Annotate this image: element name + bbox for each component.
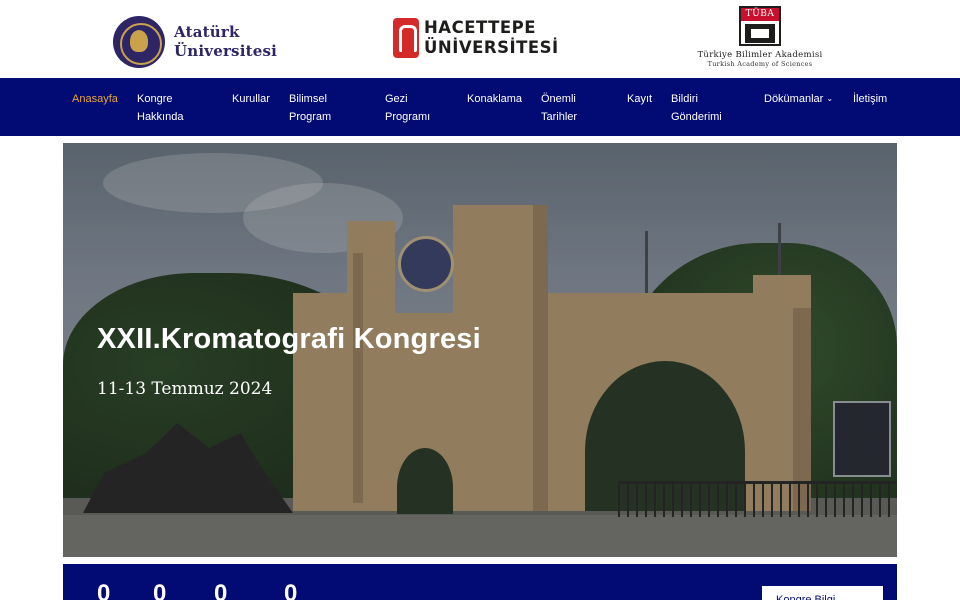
nav-label: Kurullar [232,93,270,105]
tuba-building-icon: TÜBA [739,6,781,46]
nav-label: Bilimsel [289,93,327,105]
nav-item-bildiri-gonderimi[interactable]: Bildiri Gönderimi [671,90,722,126]
nav-item-konaklama[interactable]: Konaklama [467,90,522,108]
hacettepe-wordmark-line1: HACETTEPE [424,18,536,37]
hacettepe-wordmark: HACETTEPE ÜNİVERSİTESİ [424,18,559,58]
tuba-name-tr: Türkiye Bilimler Akademisi [697,50,823,60]
nav-label-line2: Programı [385,111,431,123]
hero-title: XXII.Kromatografi Kongresi [97,323,481,355]
nav-item-gezi-programi[interactable]: Gezi Programı [385,90,430,126]
ataturk-seal-icon [113,16,165,68]
main-navigation: Anasayfa Kongre Hakkında Kurullar Bilimse… [0,78,960,136]
ataturk-wordmark-line1: Atatürk [174,23,240,41]
nav-item-dokumanlar[interactable]: Dökümanlar ⌄ [764,90,833,108]
nav-item-anasayfa[interactable]: Anasayfa [72,90,118,108]
hero-date: 11-13 Temmuz 2024 [97,379,273,399]
nav-item-kongre-hakkinda[interactable]: Kongre Hakkında [137,90,183,126]
nav-label: Anasayfa [72,93,118,105]
nav-label-line2: Program [289,111,332,123]
hacettepe-wordmark-line2: ÜNİVERSİTESİ [424,38,559,57]
nav-label: Kongre [137,93,173,105]
ataturk-wordmark: Atatürk Üniversitesi [174,23,277,61]
countdown-value: 0 [97,580,111,600]
congress-info-button[interactable]: Kongre Bilgi [762,586,883,600]
countdown-value: 0 [214,580,228,600]
nav-label-line2: Tarihler [541,111,578,123]
nav-item-onemli-tarihler[interactable]: Önemli Tarihler [541,90,577,126]
nav-label: İletişim [853,93,888,105]
ataturk-wordmark-line2: Üniversitesi [174,42,278,60]
nav-item-bilimsel-program[interactable]: Bilimsel Program [289,90,331,126]
nav-label: Kayıt [627,93,653,105]
ataturk-university-logo[interactable]: Atatürk Üniversitesi [113,16,277,68]
nav-label: Dökümanlar [764,93,824,105]
chevron-down-icon: ⌄ [826,94,834,103]
nav-item-kurullar[interactable]: Kurullar [232,90,270,108]
nav-label: Konaklama [467,93,523,105]
hacettepe-university-logo[interactable]: HACETTEPE ÜNİVERSİTESİ [393,18,559,58]
countdown-value: 0 [284,580,298,600]
tuba-name-en: Turkish Academy of Sciences [707,60,813,68]
nav-label-line2: Gönderimi [671,111,722,123]
nav-item-kayit[interactable]: Kayıt [627,90,652,108]
logo-header: Atatürk Üniversitesi HACETTEPE ÜNİVERSİT… [0,0,960,78]
countdown-value: 0 [153,580,167,600]
nav-label: Bildiri [671,93,698,105]
hacettepe-mark-icon [393,18,419,58]
countdown-strip: 0 0 0 0 Kongre Bilgi [63,564,897,600]
nav-label: Önemli [541,93,576,105]
nav-label: Gezi [385,93,408,105]
nav-item-iletisim[interactable]: İletişim [853,90,887,108]
hero-banner: XXII.Kromatografi Kongresi 11-13 Temmuz … [63,143,897,557]
tuba-academy-logo[interactable]: TÜBA Türkiye Bilimler Akademisi Turkish … [692,6,828,68]
tuba-badge: TÜBA [741,8,779,21]
nav-label-line2: Hakkında [137,111,184,123]
